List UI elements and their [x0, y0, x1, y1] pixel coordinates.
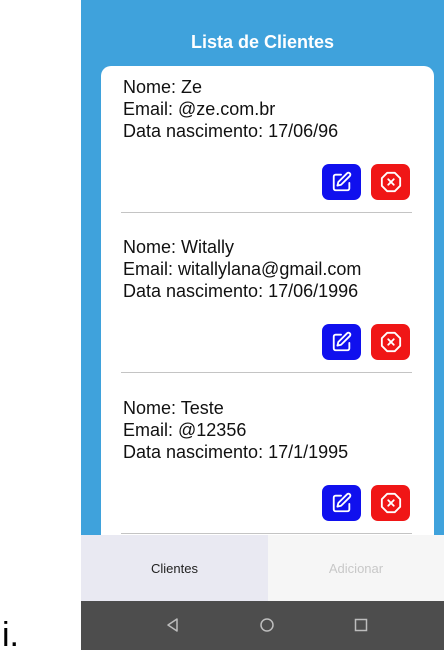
- list-divider: [121, 533, 412, 534]
- client-email: Email: @ze.com.br: [123, 99, 276, 119]
- delete-client-button[interactable]: [371, 485, 410, 521]
- list-item: Nome: Ze Email: @ze.com.br Data nascimen…: [101, 66, 434, 214]
- item-label: i.: [2, 616, 19, 650]
- client-email: Email: witallylana@gmail.com: [123, 259, 362, 279]
- tab-label: Adicionar: [328, 560, 384, 576]
- edit-icon: [332, 331, 351, 352]
- back-icon: [167, 618, 178, 632]
- edit-icon: [332, 171, 351, 192]
- system-nav-bar: [81, 601, 444, 650]
- page-title: Lista de Clientes: [190, 32, 335, 52]
- bottom-tab-bar: Clientes Adicionar: [81, 535, 444, 601]
- tab-label: Clientes: [151, 560, 198, 576]
- app-header: Lista de Clientes: [81, 0, 444, 66]
- client-name: Nome: Teste: [123, 398, 224, 418]
- list-divider: [121, 212, 412, 213]
- client-email: Email: @12356: [123, 420, 247, 440]
- client-info: Nome: Teste Email: @12356 Data nasciment…: [123, 397, 348, 463]
- tab-clientes[interactable]: Clientes: [81, 535, 268, 601]
- edit-client-button[interactable]: [322, 164, 361, 200]
- client-list[interactable]: Nome: Ze Email: @ze.com.br Data nascimen…: [101, 66, 434, 546]
- tab-adicionar[interactable]: Adicionar: [268, 535, 444, 601]
- list-item: Nome: Teste Email: @12356 Data nasciment…: [101, 387, 434, 535]
- edit-client-button[interactable]: [322, 324, 361, 360]
- back-button[interactable]: [163, 615, 183, 635]
- delete-icon: [380, 492, 401, 514]
- delete-client-button[interactable]: [371, 324, 410, 360]
- client-name: Nome: Ze: [123, 77, 203, 97]
- client-birthdate: Data nascimento: 17/06/96: [123, 121, 339, 141]
- client-birthdate: Data nascimento: 17/06/1996: [123, 281, 359, 301]
- client-name: Nome: Witally: [123, 237, 235, 257]
- edit-icon: [332, 492, 351, 513]
- list-divider: [121, 372, 412, 373]
- delete-client-button[interactable]: [371, 164, 410, 200]
- edit-client-button[interactable]: [322, 485, 361, 521]
- client-info: Nome: Witally Email: witallylana@gmail.c…: [123, 236, 361, 302]
- home-button[interactable]: [257, 615, 277, 635]
- recents-icon: [354, 618, 368, 632]
- client-info: Nome: Ze Email: @ze.com.br Data nascimen…: [123, 76, 338, 142]
- delete-icon: [380, 331, 401, 353]
- delete-icon: [380, 171, 401, 193]
- recents-button[interactable]: [351, 615, 371, 635]
- client-birthdate: Data nascimento: 17/1/1995: [123, 442, 349, 462]
- app-screen: Lista de Clientes Nome: Ze Email: @ze.co…: [81, 0, 444, 650]
- list-item: Nome: Witally Email: witallylana@gmail.c…: [101, 226, 434, 374]
- home-icon: [260, 618, 274, 632]
